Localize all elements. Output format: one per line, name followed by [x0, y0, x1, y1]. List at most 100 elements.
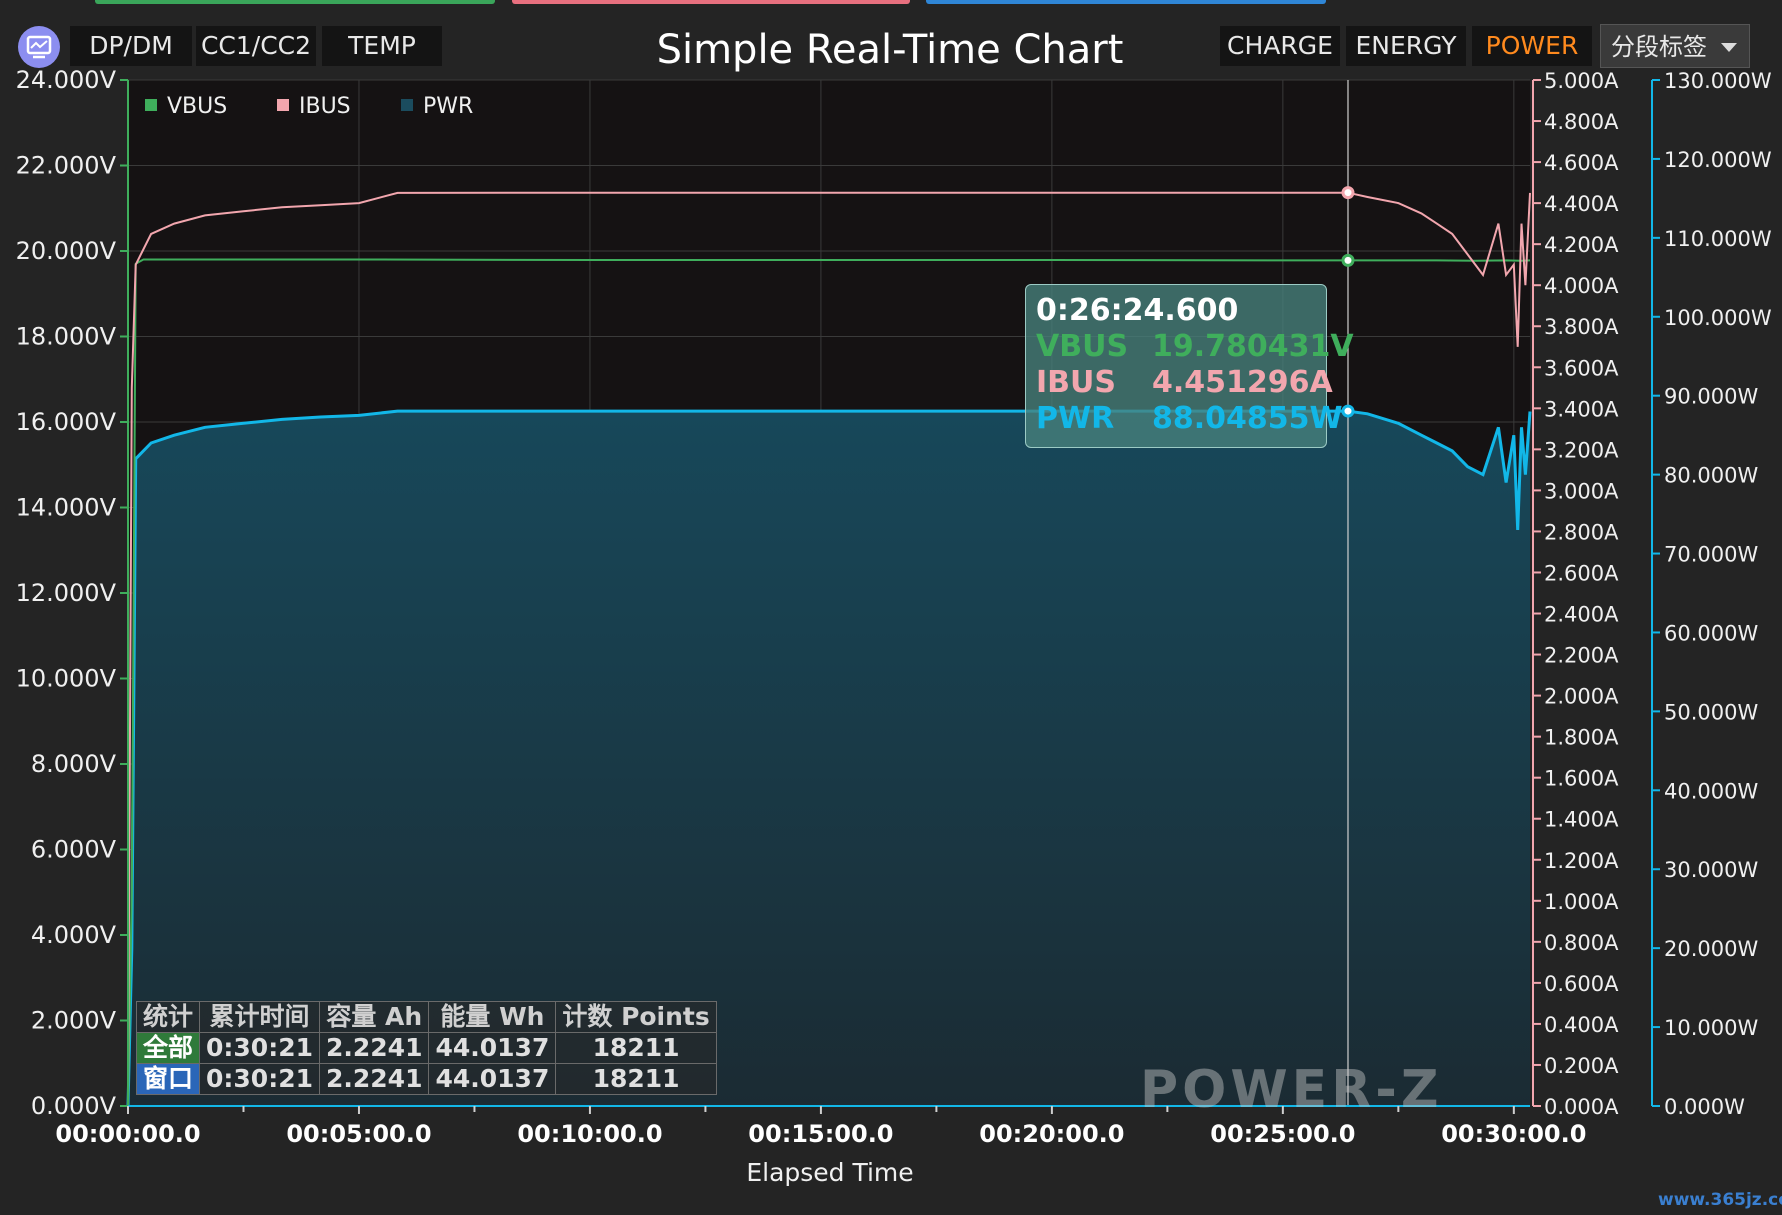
tick-label-left: 4.000V	[31, 921, 117, 949]
tick-label-current: 2.000A	[1544, 685, 1619, 709]
legend-item-ibus[interactable]: IBUS	[277, 92, 351, 122]
stats-cell: 18211	[555, 1063, 717, 1095]
tick-label-left: 16.000V	[16, 408, 117, 436]
tooltip-row-vbus: VBUS 19.780431V	[1036, 329, 1354, 365]
tick-label-power: 10.000W	[1664, 1016, 1758, 1040]
tick-label-x: 00:10:00.0	[517, 1120, 662, 1148]
tick-label-current: 3.000A	[1544, 479, 1619, 503]
tick-label-left: 14.000V	[16, 494, 117, 522]
tick-label-x: 00:25:00.0	[1210, 1120, 1355, 1148]
tick-label-current: 4.400A	[1544, 192, 1619, 216]
tick-label-current: 1.400A	[1544, 808, 1619, 832]
tick-label-x: 00:00:00.0	[55, 1120, 200, 1148]
tick-label-power: 30.000W	[1664, 858, 1758, 882]
tick-label-current: 1.000A	[1544, 890, 1619, 914]
tick-label-power: 130.000W	[1664, 69, 1772, 93]
tick-label-current: 3.800A	[1544, 315, 1619, 339]
stats-cell: 44.0137	[428, 1063, 557, 1095]
cursor-dot-vbus	[1341, 253, 1355, 267]
tick-label-current: 2.400A	[1544, 603, 1619, 627]
tick-label-x: 00:20:00.0	[979, 1120, 1124, 1148]
legend-label-ibus: IBUS	[299, 94, 351, 119]
stats-table: 统计 累计时间 容量 Ah 能量 Wh 计数 Points 全部 0:30:21…	[135, 1001, 717, 1095]
tick-label-power: 100.000W	[1664, 306, 1772, 330]
tooltip-value: 4.451296A	[1152, 365, 1333, 400]
tick-label-current: 4.800A	[1544, 110, 1619, 134]
stats-row-label: 窗口	[135, 1063, 201, 1095]
stats-header: 统计	[135, 1001, 201, 1033]
y-axis-right-power: 0.000W 10.000W 20.000W 30.000W 40.000W 50.000…	[1652, 69, 1772, 1119]
tick-label-current: 1.800A	[1544, 726, 1619, 750]
tooltip-value: 19.780431V	[1152, 329, 1354, 364]
stats-header: 容量 Ah	[318, 1001, 430, 1033]
legend-swatch-vbus	[145, 99, 157, 111]
stats-header: 能量 Wh	[428, 1001, 557, 1033]
tick-label-current: 0.000A	[1544, 1095, 1619, 1119]
legend-swatch-ibus	[277, 99, 289, 111]
legend-item-vbus[interactable]: VBUS	[145, 92, 227, 122]
tick-label-x: 00:15:00.0	[748, 1120, 893, 1148]
tick-label-left: 6.000V	[31, 836, 117, 864]
tick-label-current: 3.200A	[1544, 438, 1619, 462]
tick-label-current: 4.600A	[1544, 151, 1619, 175]
tick-label-power: 0.000W	[1664, 1095, 1745, 1119]
tick-label-current: 5.000A	[1544, 69, 1619, 93]
legend-swatch-pwr	[401, 99, 413, 111]
stats-row-all: 全部 0:30:21 2.2241 44.0137 18211	[135, 1032, 717, 1064]
tick-label-left: 2.000V	[31, 1007, 117, 1035]
site-watermark: www.365jz.com	[1658, 1190, 1782, 1210]
tick-label-current: 2.800A	[1544, 520, 1619, 544]
tick-label-current: 2.600A	[1544, 561, 1619, 585]
tick-label-left: 10.000V	[16, 665, 117, 693]
tick-label-left: 22.000V	[16, 152, 117, 180]
tooltip-time: 0:26:24.600	[1036, 293, 1239, 328]
tooltip-label: PWR	[1036, 401, 1115, 436]
tick-label-current: 4.000A	[1544, 274, 1619, 298]
tick-label-current: 3.600A	[1544, 356, 1619, 380]
y-axis-right-current: 0.000A 0.200A 0.400A 0.600A 0.800A 1.000A 1.20…	[1533, 69, 1619, 1119]
legend-label-vbus: VBUS	[167, 94, 228, 119]
tick-label-left: 18.000V	[16, 323, 117, 351]
power-z-watermark: POWER-Z	[1140, 1060, 1443, 1120]
tick-label-x: 00:30:00.0	[1441, 1120, 1586, 1148]
tick-label-power: 40.000W	[1664, 779, 1758, 803]
tooltip-row-ibus: IBUS 4.451296A	[1036, 365, 1333, 401]
tick-label-power: 90.000W	[1664, 385, 1758, 409]
tick-label-current: 3.400A	[1544, 397, 1619, 421]
stats-header: 计数 Points	[555, 1001, 717, 1033]
tick-label-power: 110.000W	[1664, 227, 1772, 251]
tick-label-power: 50.000W	[1664, 700, 1758, 724]
legend-item-pwr[interactable]: PWR	[401, 92, 473, 122]
tick-label-current: 1.600A	[1544, 767, 1619, 791]
tick-label-left: 0.000V	[31, 1092, 117, 1120]
tick-label-current: 2.200A	[1544, 644, 1619, 668]
tick-label-current: 0.800A	[1544, 931, 1619, 955]
tick-label-x: 00:05:00.0	[286, 1120, 431, 1148]
tick-label-power: 60.000W	[1664, 621, 1758, 645]
stats-cell: 44.0137	[428, 1032, 557, 1064]
stats-cell: 0:30:21	[199, 1063, 320, 1095]
tooltip-label: IBUS	[1036, 365, 1116, 400]
tick-label-left: 24.000V	[16, 66, 117, 94]
stats-row-label: 全部	[135, 1032, 201, 1064]
tick-label-power: 20.000W	[1664, 937, 1758, 961]
tick-label-power: 120.000W	[1664, 148, 1772, 172]
stats-row-window: 窗口 0:30:21 2.2241 44.0137 18211	[135, 1063, 717, 1095]
tooltip-row-pwr: PWR 88.04855W	[1036, 401, 1343, 437]
tick-label-power: 80.000W	[1664, 464, 1758, 488]
tick-label-current: 0.600A	[1544, 972, 1619, 996]
stats-cell: 2.2241	[318, 1063, 430, 1095]
tick-label-current: 0.200A	[1544, 1054, 1619, 1078]
stats-header-row: 统计 累计时间 容量 Ah 能量 Wh 计数 Points	[135, 1001, 717, 1033]
tooltip-value: 88.04855W	[1152, 401, 1343, 436]
legend-label-pwr: PWR	[423, 94, 474, 119]
cursor-dot-ibus	[1341, 186, 1355, 200]
tick-label-current: 0.400A	[1544, 1013, 1619, 1037]
stats-cell: 18211	[555, 1032, 717, 1064]
stats-cell: 2.2241	[318, 1032, 430, 1064]
y-axis-left-voltage: 0.000V 2.000V 4.000V 6.000V 8.000V 10.000V 12.…	[16, 66, 128, 1120]
tick-label-current: 1.200A	[1544, 849, 1619, 873]
tick-label-left: 20.000V	[16, 237, 117, 265]
tooltip-label: VBUS	[1036, 329, 1129, 364]
stats-header: 累计时间	[199, 1001, 320, 1033]
